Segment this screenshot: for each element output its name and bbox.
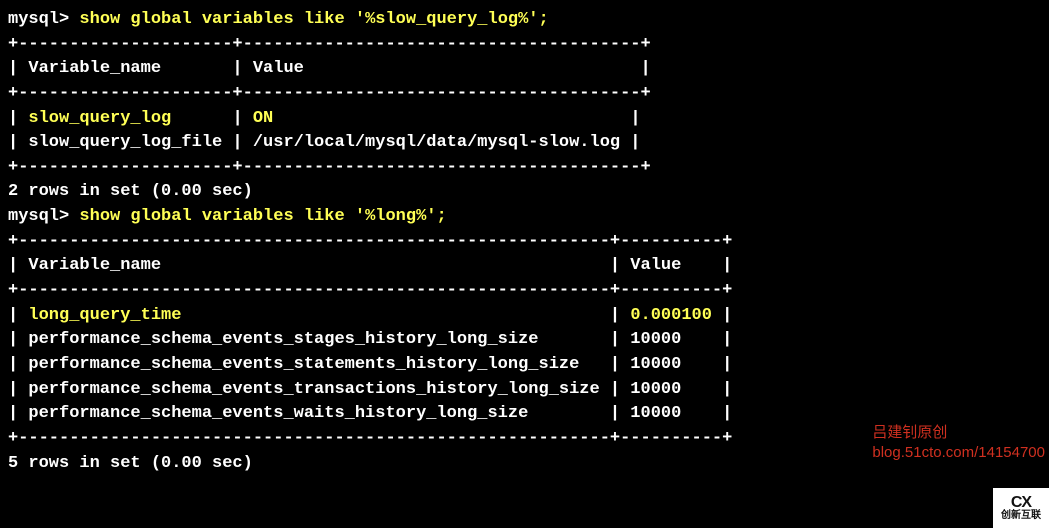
logo-text: 创新互联 <box>1001 511 1041 521</box>
terminal-line: | performance_schema_events_stages_histo… <box>8 328 1041 353</box>
terminal-line: +---------------------+-----------------… <box>8 156 1041 181</box>
terminal-line: | slow_query_log_file | /usr/local/mysql… <box>8 131 1041 156</box>
terminal-line: mysql> show global variables like '%long… <box>8 205 1041 230</box>
terminal-line: | long_query_time | 0.000100 | <box>8 304 1041 329</box>
brand-logo: CX 创新互联 <box>993 488 1049 528</box>
logo-mark-icon: CX <box>1011 495 1031 511</box>
terminal-line: | performance_schema_events_statements_h… <box>8 353 1041 378</box>
terminal-line: | Variable_name | Value | <box>8 254 1041 279</box>
terminal-output: mysql> show global variables like '%slow… <box>8 8 1041 476</box>
terminal-line: | performance_schema_events_transactions… <box>8 378 1041 403</box>
terminal-line: +---------------------+-----------------… <box>8 33 1041 58</box>
terminal-line: | Variable_name | Value | <box>8 57 1041 82</box>
watermark-url: blog.51cto.com/14154700 <box>872 443 1045 463</box>
watermark-author: 吕建钊原创 <box>872 423 1045 443</box>
terminal-line: +---------------------+-----------------… <box>8 82 1041 107</box>
watermark-text: 吕建钊原创 blog.51cto.com/14154700 <box>872 423 1045 464</box>
terminal-line: 2 rows in set (0.00 sec) <box>8 180 1041 205</box>
terminal-line: mysql> show global variables like '%slow… <box>8 8 1041 33</box>
terminal-line: | slow_query_log | ON | <box>8 107 1041 132</box>
terminal-line: +---------------------------------------… <box>8 279 1041 304</box>
terminal-line: +---------------------------------------… <box>8 230 1041 255</box>
